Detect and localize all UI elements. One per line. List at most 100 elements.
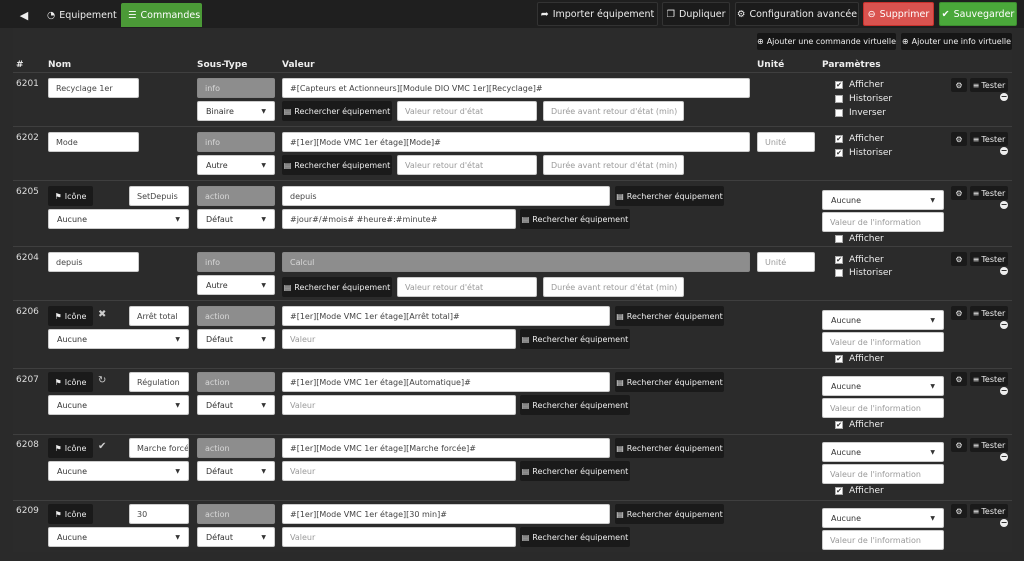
name-input[interactable]: Recyclage 1er (48, 78, 139, 98)
return-value-input[interactable]: Valeur retour d'état (397, 277, 537, 297)
gear-icon[interactable]: ⚙ (951, 372, 967, 386)
value-input[interactable]: #[1er][Mode VMC 1er étage][Mode]# (282, 132, 750, 152)
afficher-checkbox[interactable]: ✔ Afficher (835, 134, 884, 144)
afficher-checkbox[interactable]: ✔ Afficher (835, 486, 884, 496)
subtype-select[interactable]: Défaut ▼ (197, 329, 275, 349)
value-input[interactable]: #[Capteurs et Actionneurs][Module DIO VM… (282, 78, 750, 98)
import-button[interactable]: ➦ Importer équipement (537, 2, 658, 26)
subtype-select[interactable]: Défaut ▼ (197, 461, 275, 481)
return-duration-input[interactable]: Durée avant retour d'état (min) (543, 155, 684, 175)
remove-icon[interactable]: − (1000, 93, 1008, 101)
search-equipment-button[interactable]: ▤ Rechercher équipement (282, 155, 392, 175)
test-button[interactable]: ≡ Tester (970, 78, 1008, 92)
generic-type-select[interactable]: Aucune ▼ (48, 395, 189, 415)
name-input[interactable]: Marche forcé (129, 438, 189, 458)
value2-input[interactable]: Valeur (282, 395, 516, 415)
search-equipment-button[interactable]: ▤ Rechercher équipement (520, 209, 630, 229)
search-equipment-button[interactable]: ▤ Rechercher équipement (615, 372, 724, 392)
name-input[interactable]: Régulation (129, 372, 189, 392)
remove-icon[interactable]: − (1000, 453, 1008, 461)
test-button[interactable]: ≡ Tester (970, 252, 1008, 266)
search-equipment-button[interactable]: ▤ Rechercher équipement (520, 395, 630, 415)
generic-type-select[interactable]: Aucune ▼ (48, 527, 189, 547)
icon-button[interactable]: ⚑ Icône (48, 306, 93, 326)
icon-button[interactable]: ⚑ Icône (48, 504, 93, 524)
unit-input[interactable]: Unité (757, 132, 815, 152)
value2-input[interactable]: Valeur (282, 329, 516, 349)
duplicate-button[interactable]: ❐ Dupliquer (662, 2, 730, 26)
subtype-select[interactable]: Binaire ▼ (197, 101, 275, 121)
back-button[interactable]: ◀ (13, 3, 35, 27)
info-value-input[interactable]: Valeur de l'information (822, 332, 944, 352)
afficher-checkbox[interactable]: Afficher (835, 234, 884, 244)
value-input[interactable]: #[1er][Mode VMC 1er étage][Automatique]# (282, 372, 610, 392)
tab-commandes[interactable]: ☰ Commandes (121, 3, 202, 27)
subtype-select[interactable]: Autre ▼ (197, 155, 275, 175)
generic-type-select[interactable]: Aucune ▼ (48, 329, 189, 349)
name-input[interactable]: Mode (48, 132, 139, 152)
unit-input[interactable]: Unité (757, 252, 815, 272)
return-duration-input[interactable]: Durée avant retour d'état (min) (543, 101, 684, 121)
value2-input[interactable]: #jour#/#mois# #heure#:#minute# (282, 209, 516, 229)
info-value-input[interactable]: Valeur de l'information (822, 212, 944, 232)
remove-icon[interactable]: − (1000, 387, 1008, 395)
afficher-checkbox[interactable]: ✔ Afficher (835, 80, 884, 90)
remove-icon[interactable]: − (1000, 147, 1008, 155)
tab-equipement[interactable]: ◔ Equipement (40, 3, 118, 27)
icon-button[interactable]: ⚑ Icône (48, 186, 93, 206)
add-virtual-command-button[interactable]: ⊕ Ajouter une commande virtuelle (757, 33, 896, 50)
subtype-select[interactable]: Défaut ▼ (197, 209, 275, 229)
generic-type-select[interactable]: Aucune ▼ (48, 209, 189, 229)
return-duration-input[interactable]: Durée avant retour d'état (min) (543, 277, 684, 297)
name-input[interactable]: Arrêt total (129, 306, 189, 326)
test-button[interactable]: ≡ Tester (970, 438, 1008, 452)
gear-icon[interactable]: ⚙ (951, 132, 967, 146)
name-input[interactable]: 30 (129, 504, 189, 524)
add-virtual-info-button[interactable]: ⊕ Ajouter une info virtuelle (901, 33, 1012, 50)
info-select[interactable]: Aucune ▼ (822, 190, 944, 210)
search-equipment-button[interactable]: ▤ Rechercher équipement (520, 329, 630, 349)
value-input[interactable]: #[1er][Mode VMC 1er étage][30 min]# (282, 504, 610, 524)
remove-icon[interactable]: − (1000, 201, 1008, 209)
delete-button[interactable]: ⊖ Supprimer (863, 2, 934, 26)
info-select[interactable]: Aucune ▼ (822, 508, 944, 528)
historiser-checkbox[interactable]: ✔ Historiser (835, 148, 892, 158)
info-value-input[interactable]: Valeur de l'information (822, 530, 944, 550)
search-equipment-button[interactable]: ▤ Rechercher équipement (282, 277, 392, 297)
info-value-input[interactable]: Valeur de l'information (822, 398, 944, 418)
remove-icon[interactable]: − (1000, 267, 1008, 275)
gear-icon[interactable]: ⚙ (951, 438, 967, 452)
search-equipment-button[interactable]: ▤ Rechercher équipement (615, 438, 724, 458)
subtype-select[interactable]: Défaut ▼ (197, 527, 275, 547)
gear-icon[interactable]: ⚙ (951, 504, 967, 518)
save-button[interactable]: ✔ Sauvegarder (939, 2, 1017, 26)
value2-input[interactable]: Valeur (282, 527, 516, 547)
test-button[interactable]: ≡ Tester (970, 132, 1008, 146)
info-select[interactable]: Aucune ▼ (822, 376, 944, 396)
name-input[interactable]: SetDepuis (129, 186, 189, 206)
test-button[interactable]: ≡ Tester (970, 186, 1008, 200)
info-value-input[interactable]: Valeur de l'information (822, 464, 944, 484)
historiser-checkbox[interactable]: Historiser (835, 268, 892, 278)
info-select[interactable]: Aucune ▼ (822, 442, 944, 462)
remove-icon[interactable]: − (1000, 519, 1008, 527)
return-value-input[interactable]: Valeur retour d'état (397, 101, 537, 121)
gear-icon[interactable]: ⚙ (951, 186, 967, 200)
generic-type-select[interactable]: Aucune ▼ (48, 461, 189, 481)
info-select[interactable]: Aucune ▼ (822, 310, 944, 330)
search-equipment-button[interactable]: ▤ Rechercher équipement (282, 101, 392, 121)
afficher-checkbox[interactable]: ✔ Afficher (835, 420, 884, 430)
gear-icon[interactable]: ⚙ (951, 78, 967, 92)
test-button[interactable]: ≡ Tester (970, 306, 1008, 320)
search-equipment-button[interactable]: ▤ Rechercher équipement (520, 461, 630, 481)
subtype-select[interactable]: Autre ▼ (197, 275, 275, 295)
gear-icon[interactable]: ⚙ (951, 306, 967, 320)
afficher-checkbox[interactable]: ✔ Afficher (835, 354, 884, 364)
test-button[interactable]: ≡ Tester (970, 372, 1008, 386)
return-value-input[interactable]: Valeur retour d'état (397, 155, 537, 175)
remove-icon[interactable]: − (1000, 321, 1008, 329)
search-equipment-button[interactable]: ▤ Rechercher équipement (615, 504, 724, 524)
advanced-config-button[interactable]: ⚙ Configuration avancée (735, 2, 859, 26)
inverser-checkbox[interactable]: Inverser (835, 108, 886, 118)
name-input[interactable]: depuis (48, 252, 139, 272)
